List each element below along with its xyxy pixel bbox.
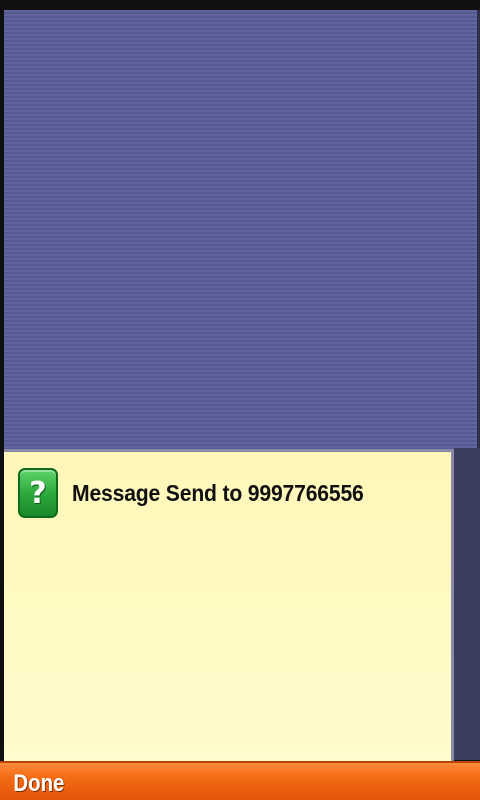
- phone-screen: ? Message Send to 9997766556 Done: [0, 0, 480, 800]
- done-button[interactable]: Done: [10, 769, 68, 799]
- top-bar: [0, 0, 480, 10]
- side-strip: [454, 448, 480, 760]
- dialog-header: ? Message Send to 9997766556: [18, 468, 389, 518]
- dialog-message: Message Send to 9997766556: [72, 479, 364, 506]
- question-icon: ?: [18, 468, 58, 518]
- message-dialog: ? Message Send to 9997766556: [4, 449, 454, 761]
- softkey-bar: Done: [0, 761, 480, 800]
- app-backdrop: [4, 10, 480, 456]
